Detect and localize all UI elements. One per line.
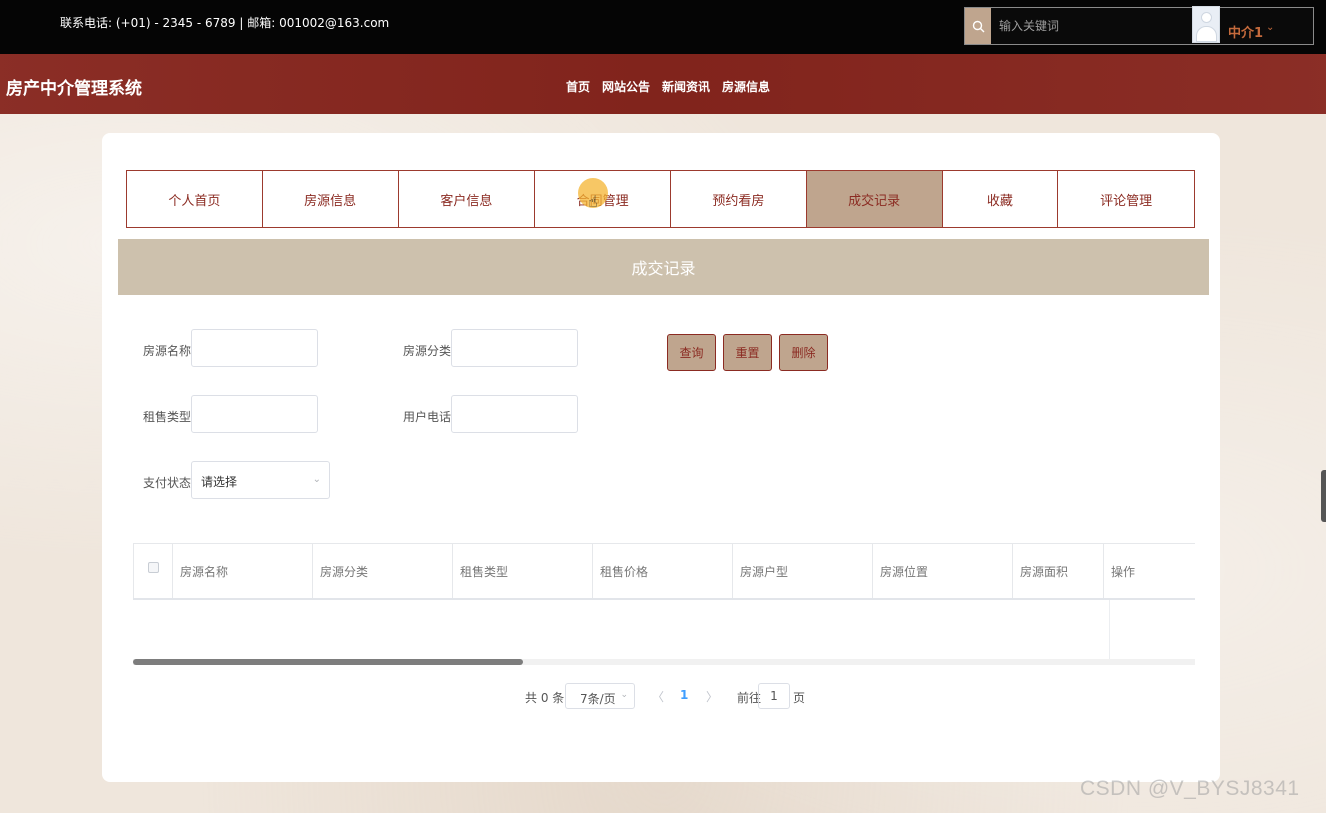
page-size-select[interactable]: 7条/页 ⌄ (565, 683, 635, 709)
column-header: 房源分类 (312, 544, 452, 598)
column-header: 房源户型 (732, 544, 872, 598)
top-bar: 联系电话: (+01) - 2345 - 6789 | 邮箱: 001002@1… (0, 0, 1326, 54)
page-number[interactable]: 1 (680, 688, 688, 702)
next-page-button[interactable]: 〉 (706, 688, 718, 705)
page-suffix: 页 (793, 691, 806, 705)
goto-page-input[interactable]: 1 (758, 683, 790, 709)
tab-comments[interactable]: 评论管理 (1058, 171, 1194, 227)
prev-page-button[interactable]: 〈 (652, 688, 664, 705)
column-header: 房源面积 (1012, 544, 1103, 598)
page-size-value: 7条/页 (580, 692, 616, 706)
edge-handle (1321, 470, 1326, 522)
page-title: 成交记录 (118, 239, 1209, 295)
house-category-label: 房源分类 (403, 344, 452, 358)
nav-news[interactable]: 新闻资讯 (662, 78, 710, 95)
contact-info: 联系电话: (+01) - 2345 - 6789 | 邮箱: 001002@1… (60, 16, 390, 30)
username[interactable]: 中介1 (1228, 22, 1263, 41)
hand-cursor-icon: ☝ (588, 192, 598, 211)
user-phone-input[interactable] (451, 395, 578, 433)
tab-personal-home[interactable]: 个人首页 (127, 171, 263, 227)
column-header: 操作 (1103, 544, 1195, 598)
avatar-body (1196, 26, 1217, 42)
query-button[interactable]: 查询 (667, 334, 716, 371)
site-title: 房产中介管理系统 (6, 79, 142, 99)
avatar-head (1201, 12, 1212, 23)
tab-listings[interactable]: 房源信息 (263, 171, 399, 227)
chevron-down-icon: ⌄ (312, 474, 321, 485)
column-divider (1109, 600, 1110, 664)
user-phone-label: 用户电话 (403, 410, 452, 424)
site-header: 房产中介管理系统 首页 网站公告 新闻资讯 房源信息 (0, 54, 1326, 114)
column-header: 租售价格 (592, 544, 732, 598)
search-icon (972, 20, 984, 32)
watermark: CSDN @V_BYSJ8341 (1080, 777, 1300, 800)
content-card (102, 133, 1220, 782)
pay-status-value: 请选择 (201, 475, 238, 489)
pager-total: 共 0 条 (525, 691, 565, 705)
tab-deal-records[interactable]: 成交记录 (806, 171, 943, 227)
column-header: 房源位置 (872, 544, 1012, 598)
reset-button[interactable]: 重置 (723, 334, 772, 371)
scrollbar-thumb[interactable] (133, 659, 523, 665)
rent-sale-type-label: 租售类型 (143, 410, 192, 424)
center-tabs: 个人首页 房源信息 客户信息 合同管理 预约看房 成交记录 收藏 评论管理 (126, 170, 1195, 228)
pay-status-label: 支付状态 (143, 476, 192, 490)
tab-favorites[interactable]: 收藏 (943, 171, 1059, 227)
select-all-checkbox[interactable] (147, 562, 159, 573)
select-all-cell (133, 544, 172, 598)
main-nav: 首页 网站公告 新闻资讯 房源信息 (566, 78, 770, 95)
house-name-label: 房源名称 (143, 344, 192, 358)
house-category-input[interactable] (451, 329, 578, 367)
column-header: 房源名称 (172, 544, 312, 598)
chevron-down-icon: ⌄ (620, 690, 628, 700)
tab-customers[interactable]: 客户信息 (399, 171, 536, 227)
nav-home[interactable]: 首页 (566, 78, 590, 95)
pay-status-select[interactable]: 请选择 ⌄ (191, 461, 330, 499)
column-header: 租售类型 (452, 544, 592, 598)
table-header: 房源名称 房源分类 租售类型 租售价格 房源户型 房源位置 房源面积 操作 (133, 543, 1195, 600)
rent-sale-type-input[interactable] (191, 395, 318, 433)
tab-viewings[interactable]: 预约看房 (671, 171, 807, 227)
chevron-down-icon[interactable]: ⌄ (1266, 22, 1274, 33)
nav-listings[interactable]: 房源信息 (722, 78, 770, 95)
nav-announcements[interactable]: 网站公告 (602, 78, 650, 95)
house-name-input[interactable] (191, 329, 318, 367)
search-button[interactable] (965, 8, 991, 44)
avatar[interactable] (1192, 6, 1220, 43)
delete-button[interactable]: 删除 (779, 334, 828, 371)
